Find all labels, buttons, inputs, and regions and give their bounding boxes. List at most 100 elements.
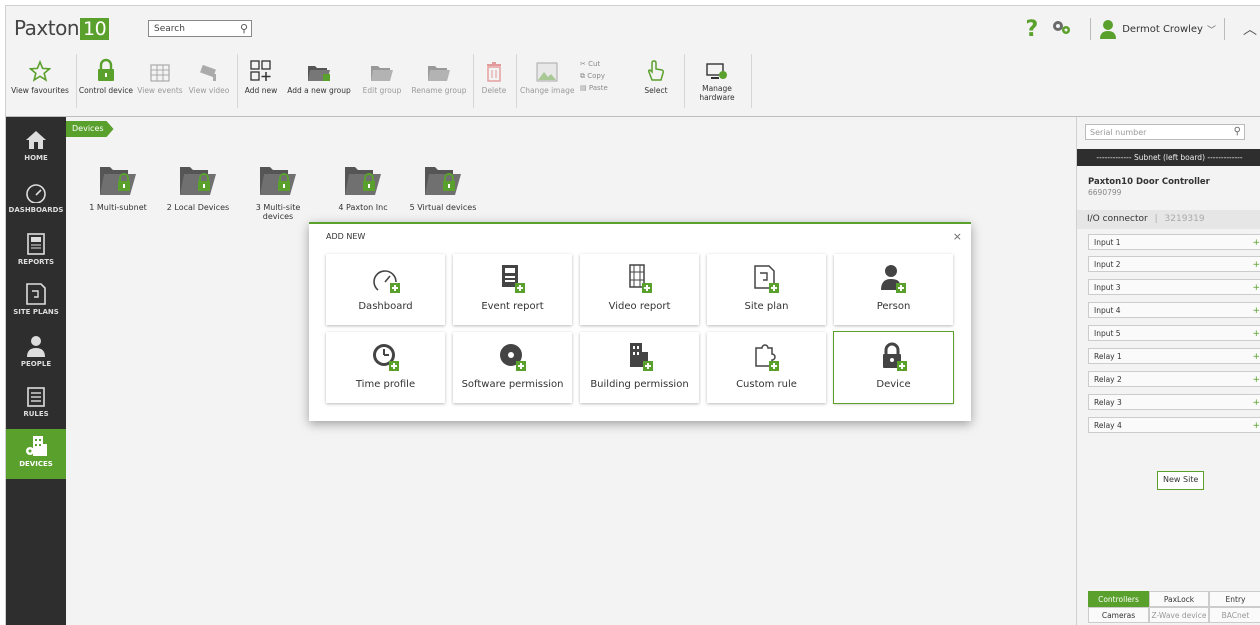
tab-z-wave-device[interactable]: Z-Wave device: [1149, 607, 1209, 623]
cut-button[interactable]: ✂ Cut: [580, 58, 608, 70]
folder-label: 2 Local Devices: [166, 203, 230, 212]
add-new-button[interactable]: Add new: [240, 54, 282, 104]
user-name[interactable]: Dermot Crowley: [1122, 24, 1203, 35]
folder-item[interactable]: 2 Local Devices: [163, 165, 233, 212]
io-row[interactable]: Relay 1 +: [1088, 348, 1260, 364]
collapse-icon[interactable]: ︿: [1243, 19, 1257, 39]
edit-group-button[interactable]: Edit group: [358, 54, 406, 104]
settings-gears-icon[interactable]: [1050, 18, 1072, 40]
add-icon[interactable]: +: [1252, 418, 1260, 434]
nav-rules[interactable]: RULES: [6, 379, 66, 427]
dashboard-add-icon: [372, 270, 400, 293]
breadcrumb-devices[interactable]: Devices: [66, 121, 114, 137]
add-new-group-button[interactable]: Add a new group: [285, 54, 353, 104]
manage-hardware-button[interactable]: Manage hardware: [694, 54, 740, 104]
toolbar-divider: [751, 54, 752, 108]
nav-dashboards[interactable]: DASHBOARDS: [6, 175, 66, 223]
tile-site-plan[interactable]: Site plan: [707, 254, 826, 325]
io-row[interactable]: Input 2 +: [1088, 256, 1260, 272]
nav-site-plans-label: SITE PLANS: [13, 308, 59, 316]
tile-person[interactable]: Person: [834, 254, 953, 325]
dashboard-gauge-icon: [26, 184, 46, 203]
add-icon[interactable]: +: [1252, 257, 1260, 273]
add-icon[interactable]: +: [1252, 235, 1260, 251]
serial-number-input[interactable]: Serial number ⚲: [1085, 124, 1245, 140]
device-add-icon: [882, 342, 907, 371]
io-row[interactable]: Relay 4 +: [1088, 417, 1260, 433]
tab-controllers[interactable]: Controllers: [1088, 591, 1149, 607]
view-events-button[interactable]: View events: [135, 54, 185, 104]
software-permission-add-icon: [499, 344, 526, 371]
help-icon[interactable]: ?: [1025, 17, 1038, 42]
tile-label: Time profile: [355, 379, 416, 390]
serial-number-placeholder: Serial number: [1090, 128, 1147, 137]
select-button[interactable]: Select: [638, 54, 674, 104]
tab-entry[interactable]: Entry: [1209, 591, 1260, 607]
view-video-button[interactable]: View video: [187, 54, 231, 104]
tile-building-permission[interactable]: Building permission: [580, 332, 699, 403]
add-icon[interactable]: +: [1252, 326, 1260, 342]
tile-label: Event report: [481, 301, 544, 312]
nav-devices-label: DEVICES: [19, 460, 53, 468]
tile-device[interactable]: Device: [833, 331, 954, 404]
tile-video-report[interactable]: Video report: [580, 254, 699, 325]
io-row[interactable]: Input 4 +: [1088, 302, 1260, 318]
controller-name[interactable]: Paxton10 Door Controller: [1088, 177, 1210, 187]
search-box[interactable]: Search ⚲: [148, 20, 252, 37]
delete-button[interactable]: Delete: [476, 54, 512, 104]
folder-item[interactable]: 3 Multi-site devices: [248, 165, 308, 221]
logo-version: 10: [80, 18, 110, 40]
io-row[interactable]: Input 5 +: [1088, 325, 1260, 341]
folder-item[interactable]: 4 Paxton Inc: [328, 165, 398, 212]
nav-site-plans[interactable]: SITE PLANS: [6, 277, 66, 325]
tile-event-report[interactable]: Event report: [453, 254, 572, 325]
tile-dashboard[interactable]: Dashboard: [326, 254, 445, 325]
tab-cameras[interactable]: Cameras: [1088, 607, 1149, 623]
dialog-title: ADD NEW: [326, 232, 366, 241]
events-grid-icon: [150, 64, 170, 82]
copy-button[interactable]: ⧉ Copy: [580, 70, 608, 82]
chevron-down-icon[interactable]: ﹀: [1207, 23, 1216, 36]
rename-group-button[interactable]: Rename group: [410, 54, 468, 104]
nav-people[interactable]: PEOPLE: [6, 329, 66, 377]
io-row[interactable]: Input 1 +: [1088, 234, 1260, 250]
close-icon[interactable]: ×: [953, 230, 962, 243]
add-icon[interactable]: +: [1252, 349, 1260, 365]
nav-reports[interactable]: REPORTS: [6, 227, 66, 275]
clipboard-group: ✂ Cut ⧉ Copy ▤ Paste: [580, 58, 608, 94]
folder-item[interactable]: 5 Virtual devices: [408, 165, 478, 212]
folder-item[interactable]: 1 Multi-subnet: [83, 165, 153, 212]
folder-label: 1 Multi-subnet: [89, 203, 147, 212]
locked-folder-icon: [180, 167, 216, 195]
add-icon[interactable]: +: [1252, 395, 1260, 411]
tab-paxlock[interactable]: PaxLock: [1149, 591, 1209, 607]
tile-time-profile[interactable]: Time profile: [326, 332, 445, 403]
add-icon[interactable]: +: [1252, 303, 1260, 319]
paste-button[interactable]: ▤ Paste: [580, 82, 608, 94]
search-icon[interactable]: ⚲: [1234, 124, 1241, 140]
io-connector-label: I/O connector: [1087, 214, 1148, 224]
camera-icon: [200, 64, 216, 81]
io-row[interactable]: Input 3 +: [1088, 279, 1260, 295]
logo-text: Paxton: [14, 16, 80, 40]
new-site-button[interactable]: New Site: [1157, 471, 1205, 490]
view-video-label: View video: [188, 86, 230, 95]
header-divider: [1090, 18, 1092, 40]
tab-bacnet[interactable]: BACnet: [1209, 607, 1260, 623]
tile-software-permission[interactable]: Software permission: [453, 332, 572, 403]
view-favourites-button[interactable]: View favourites: [9, 54, 71, 104]
tile-label: Custom rule: [736, 379, 797, 390]
tile-custom-rule[interactable]: Custom rule: [707, 332, 826, 403]
nav-home[interactable]: HOME: [6, 123, 66, 171]
folder-label: 5 Virtual devices: [409, 203, 477, 212]
change-image-button[interactable]: Change image: [520, 54, 574, 104]
manage-hardware-label-1: Manage: [702, 84, 732, 93]
io-connector-header[interactable]: I/O connector | 3219319: [1077, 210, 1260, 229]
add-icon[interactable]: +: [1252, 372, 1260, 388]
search-icon[interactable]: ⚲: [240, 20, 248, 37]
add-icon[interactable]: +: [1252, 280, 1260, 296]
io-row[interactable]: Relay 3 +: [1088, 394, 1260, 410]
control-device-button[interactable]: Control device: [78, 54, 134, 104]
nav-devices[interactable]: DEVICES: [6, 429, 66, 479]
io-row[interactable]: Relay 2 +: [1088, 371, 1260, 387]
